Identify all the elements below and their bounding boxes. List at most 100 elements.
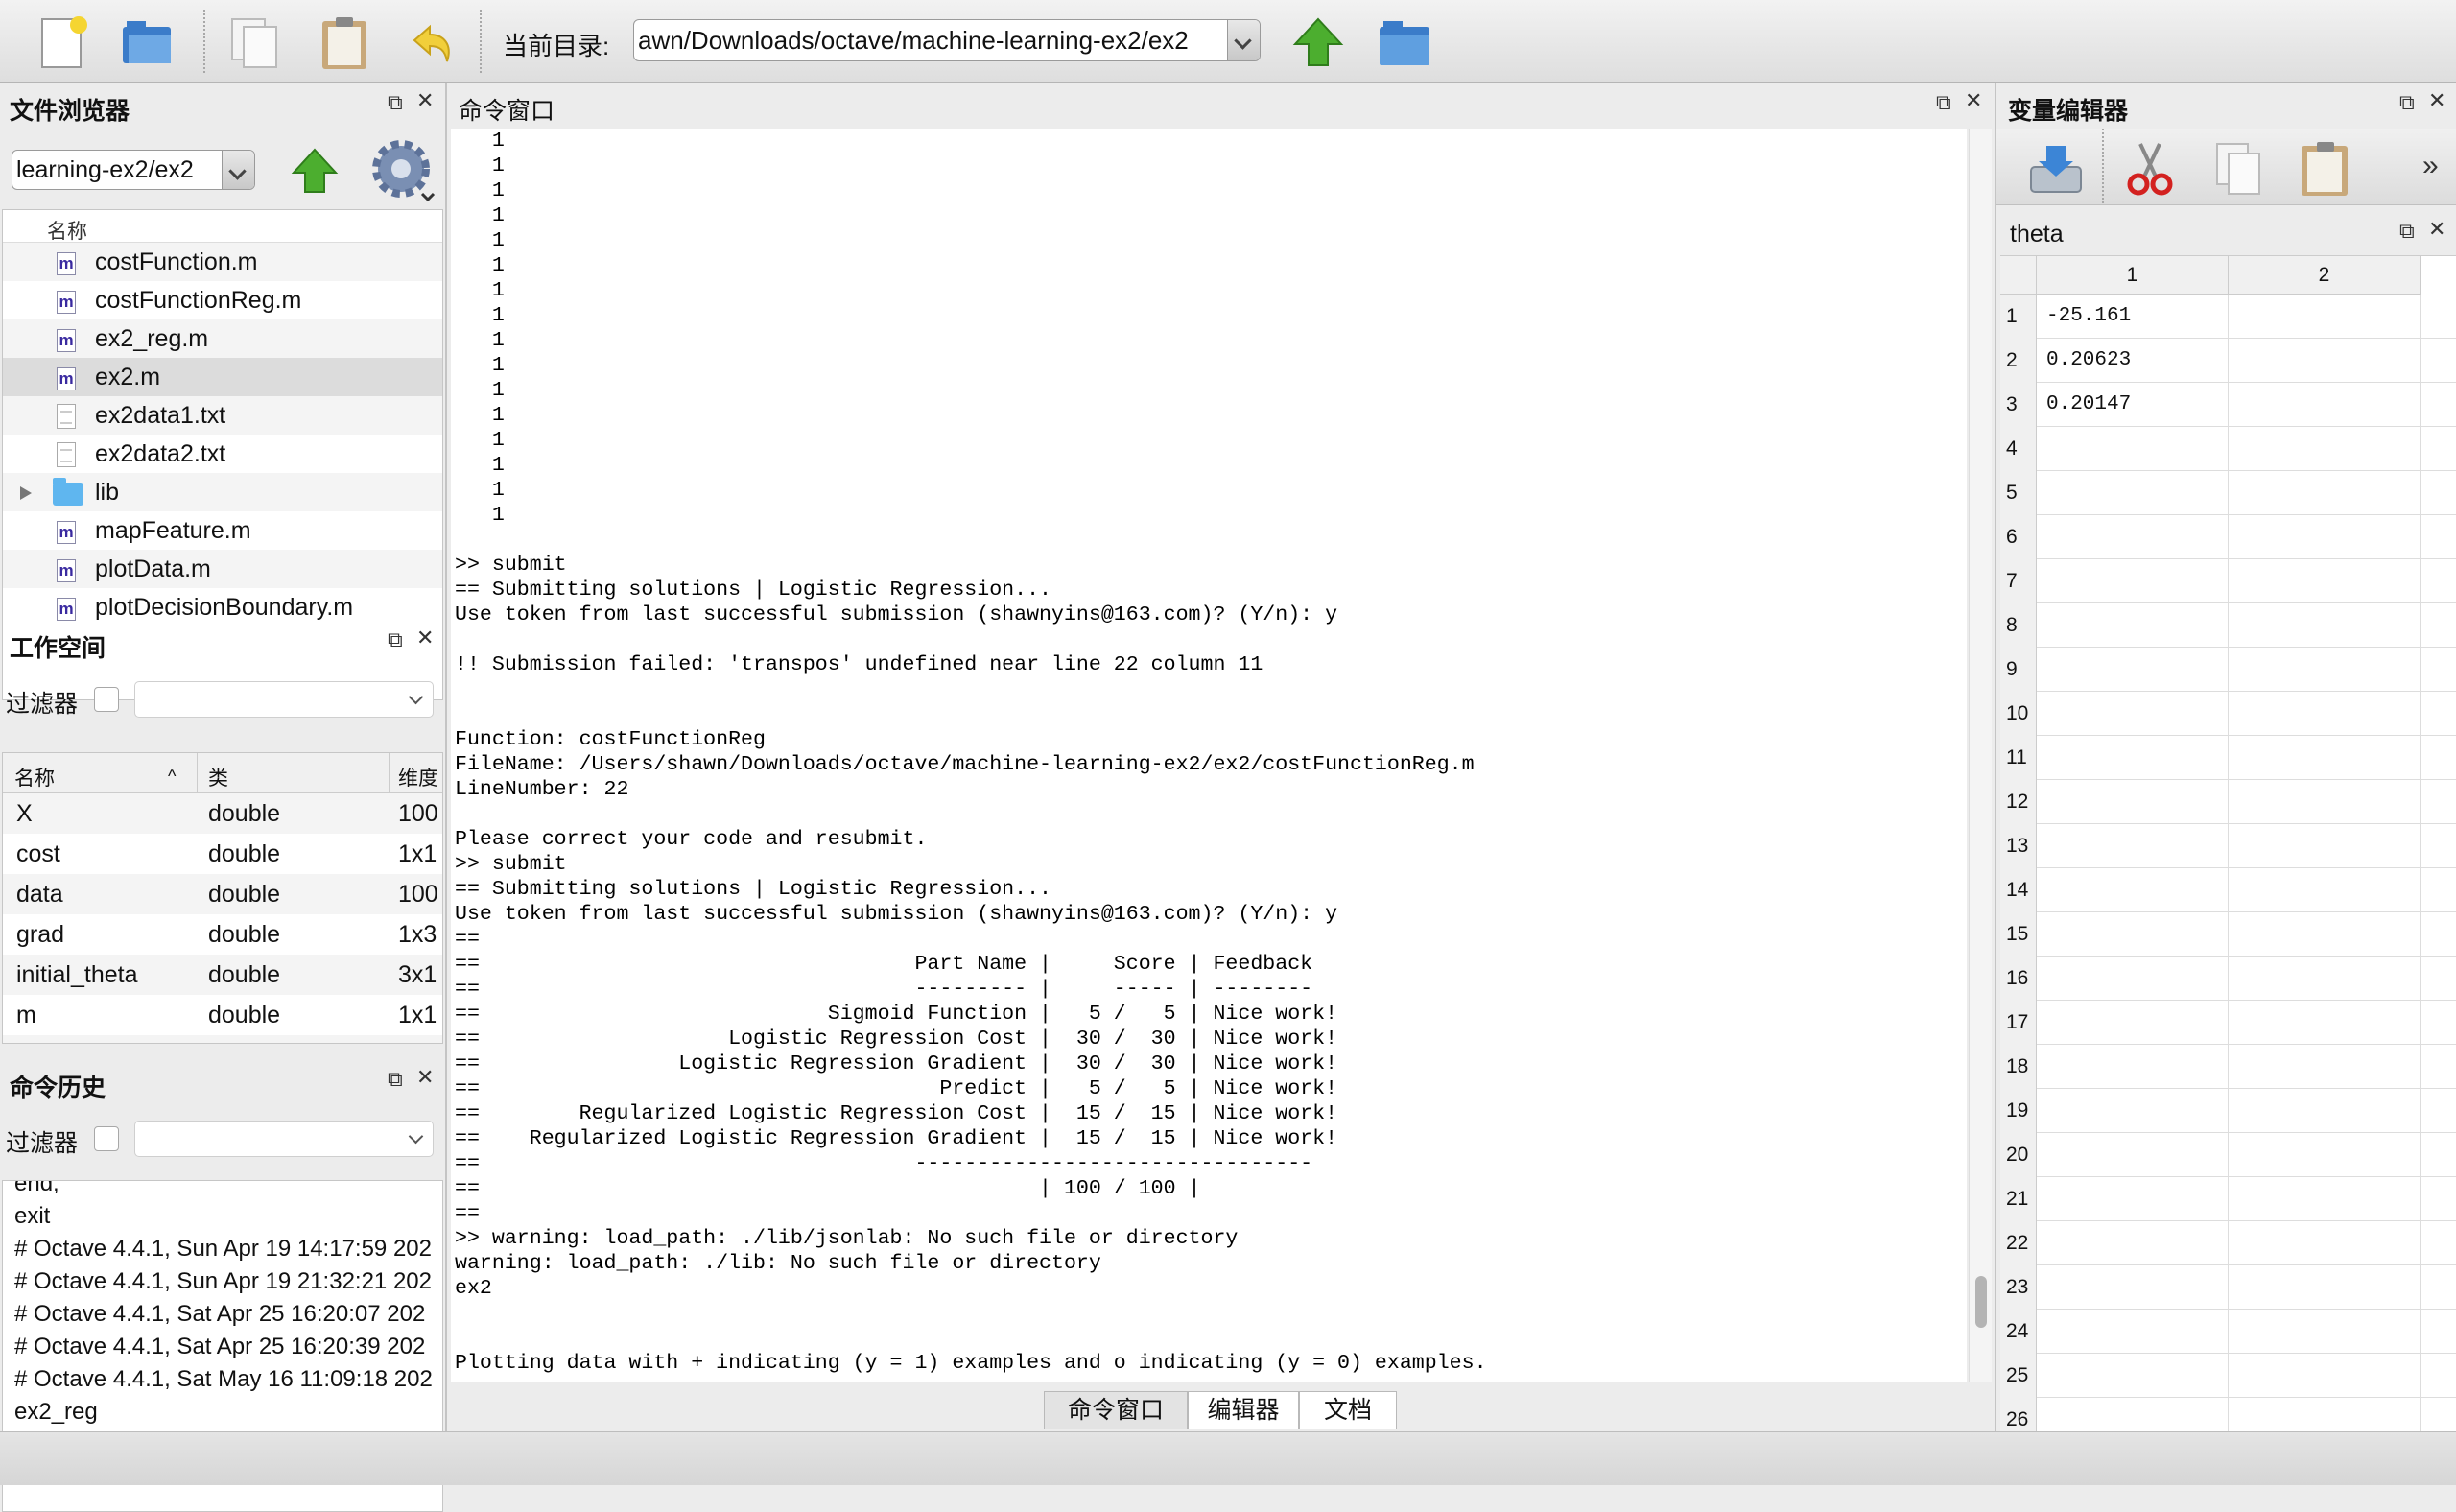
grid-row-header[interactable]: 16 (2000, 957, 2037, 1001)
grid-row-header[interactable]: 20 (2000, 1133, 2037, 1177)
workspace-row[interactable]: grad double 1x3 (3, 914, 442, 955)
workspace-row[interactable]: m double 1x1 (3, 995, 442, 1035)
history-item[interactable]: # Octave 4.4.1, Sat Apr 25 16:20:39 202 (3, 1331, 442, 1363)
scrollbar-thumb[interactable] (1975, 1276, 1987, 1328)
undock-icon[interactable]: ⧉ (2399, 219, 2415, 244)
history-item[interactable]: exit (3, 1200, 442, 1233)
grid-cell[interactable] (2229, 957, 2421, 1001)
grid-cell[interactable] (2229, 295, 2421, 339)
gear-icon[interactable] (368, 136, 436, 203)
grid-cell[interactable] (2037, 692, 2229, 736)
grid-col-header[interactable]: 2 (2229, 256, 2421, 295)
grid-cell[interactable] (2229, 1221, 2421, 1265)
file-item[interactable]: m mapFeature.m (3, 511, 442, 550)
save-icon[interactable] (2025, 138, 2087, 200)
history-item[interactable]: # Octave 4.4.1, Sat May 16 11:09:18 202 (3, 1363, 442, 1396)
new-file-icon[interactable] (35, 13, 92, 71)
grid-cell[interactable] (2229, 868, 2421, 912)
grid-cell[interactable] (2037, 427, 2229, 471)
workspace-row[interactable]: initial_theta double 3x1 (3, 955, 442, 995)
grid-col-header[interactable]: 1 (2037, 256, 2229, 295)
close-icon[interactable]: ✕ (1965, 88, 1982, 113)
current-dir-combobox[interactable]: awn/Downloads/octave/machine-learning-ex… (633, 19, 1261, 61)
history-item[interactable]: ex2_reg (3, 1396, 442, 1429)
grid-row-header[interactable]: 23 (2000, 1265, 2037, 1310)
workspace-col-class[interactable]: 类 (208, 763, 228, 791)
tab-documentation[interactable]: 文档 (1299, 1391, 1397, 1429)
grid-cell[interactable]: 0.20147 (2037, 383, 2229, 427)
grid-cell[interactable] (2229, 1310, 2421, 1354)
grid-cell[interactable] (2229, 603, 2421, 648)
grid-cell[interactable] (2037, 780, 2229, 824)
chevron-down-icon[interactable] (1227, 20, 1260, 60)
sort-ascending-icon[interactable]: ^ (168, 767, 176, 787)
history-item[interactable]: # Octave 4.4.1, Sun Apr 19 14:17:59 202 (3, 1233, 442, 1265)
go-up-icon[interactable] (1289, 13, 1347, 71)
variable-name-tab[interactable]: theta (2010, 221, 2064, 248)
grid-row-header[interactable]: 21 (2000, 1177, 2037, 1221)
grid-row-header[interactable]: 13 (2000, 824, 2037, 868)
file-browser-path-combobox[interactable]: learning-ex2/ex2 (12, 150, 255, 190)
grid-cell[interactable] (2229, 780, 2421, 824)
grid-cell[interactable] (2229, 339, 2421, 383)
grid-row-header[interactable]: 4 (2000, 427, 2037, 471)
grid-row-header[interactable]: 11 (2000, 736, 2037, 780)
grid-cell[interactable] (2037, 912, 2229, 957)
grid-row-header[interactable]: 2 (2000, 339, 2037, 383)
browse-folder-icon[interactable] (1376, 13, 1433, 71)
grid-cell[interactable] (2037, 1089, 2229, 1133)
grid-cell[interactable]: 0.20623 (2037, 339, 2229, 383)
close-icon[interactable]: ✕ (416, 88, 434, 113)
file-browser-path-value[interactable]: learning-ex2/ex2 (16, 156, 194, 184)
workspace-col-dim[interactable]: 维度 (398, 763, 438, 791)
grid-cell[interactable] (2037, 736, 2229, 780)
grid-cell[interactable] (2037, 1265, 2229, 1310)
expand-arrow-icon[interactable] (20, 486, 32, 500)
history-filter-checkbox[interactable] (94, 1126, 119, 1151)
grid-cell[interactable] (2037, 603, 2229, 648)
grid-row-header[interactable]: 6 (2000, 515, 2037, 559)
grid-cell[interactable] (2037, 1177, 2229, 1221)
grid-row-header[interactable]: 19 (2000, 1089, 2037, 1133)
command-output[interactable]: 1 1 1 1 1 1 1 1 1 1 1 1 1 1 1 1 >> submit… (451, 129, 1967, 1382)
tab-command-window[interactable]: 命令窗口 (1044, 1391, 1188, 1429)
grid-row-header[interactable]: 15 (2000, 912, 2037, 957)
grid-cell[interactable] (2037, 1310, 2229, 1354)
file-item[interactable]: lib (3, 473, 442, 511)
workspace-col-name[interactable]: 名称 (14, 763, 55, 791)
grid-row-header[interactable]: 9 (2000, 648, 2037, 692)
history-item[interactable]: # Octave 4.4.1, Sat Apr 25 16:20:07 202 (3, 1298, 442, 1331)
command-scrollbar[interactable] (1969, 129, 1992, 1382)
workspace-filter-checkbox[interactable] (94, 687, 119, 712)
grid-row-header[interactable]: 8 (2000, 603, 2037, 648)
grid-row-header[interactable]: 24 (2000, 1310, 2037, 1354)
grid-cell[interactable] (2229, 1354, 2421, 1398)
grid-cell[interactable] (2229, 1089, 2421, 1133)
grid-cell[interactable] (2229, 1265, 2421, 1310)
grid-row-header[interactable]: 7 (2000, 559, 2037, 603)
grid-row-header[interactable]: 25 (2000, 1354, 2037, 1398)
undock-icon[interactable]: ⧉ (388, 1067, 403, 1092)
more-icon[interactable]: » (2422, 150, 2439, 182)
grid-cell[interactable] (2037, 1398, 2229, 1431)
grid-cell[interactable] (2037, 957, 2229, 1001)
grid-cell[interactable] (2229, 692, 2421, 736)
grid-row-header[interactable]: 10 (2000, 692, 2037, 736)
grid-cell[interactable] (2229, 559, 2421, 603)
grid-cell[interactable] (2229, 1133, 2421, 1177)
workspace-row[interactable]: cost double 1x1 (3, 834, 442, 874)
grid-cell[interactable] (2229, 1177, 2421, 1221)
undock-icon[interactable]: ⧉ (388, 90, 403, 115)
grid-row-header[interactable]: 22 (2000, 1221, 2037, 1265)
cut-icon[interactable] (2119, 138, 2181, 200)
file-item[interactable]: m costFunctionReg.m (3, 281, 442, 319)
history-item[interactable]: end; (3, 1181, 442, 1200)
workspace-row[interactable]: Xdouble 100 (3, 793, 442, 834)
workspace-filter-combobox[interactable] (134, 681, 434, 718)
workspace-row[interactable]: n double 1x1 (3, 1035, 442, 1043)
grid-corner[interactable] (2000, 256, 2037, 295)
grid-row-header[interactable]: 14 (2000, 868, 2037, 912)
grid-row-header[interactable]: 12 (2000, 780, 2037, 824)
grid-cell[interactable] (2229, 912, 2421, 957)
grid-row-header[interactable]: 17 (2000, 1001, 2037, 1045)
